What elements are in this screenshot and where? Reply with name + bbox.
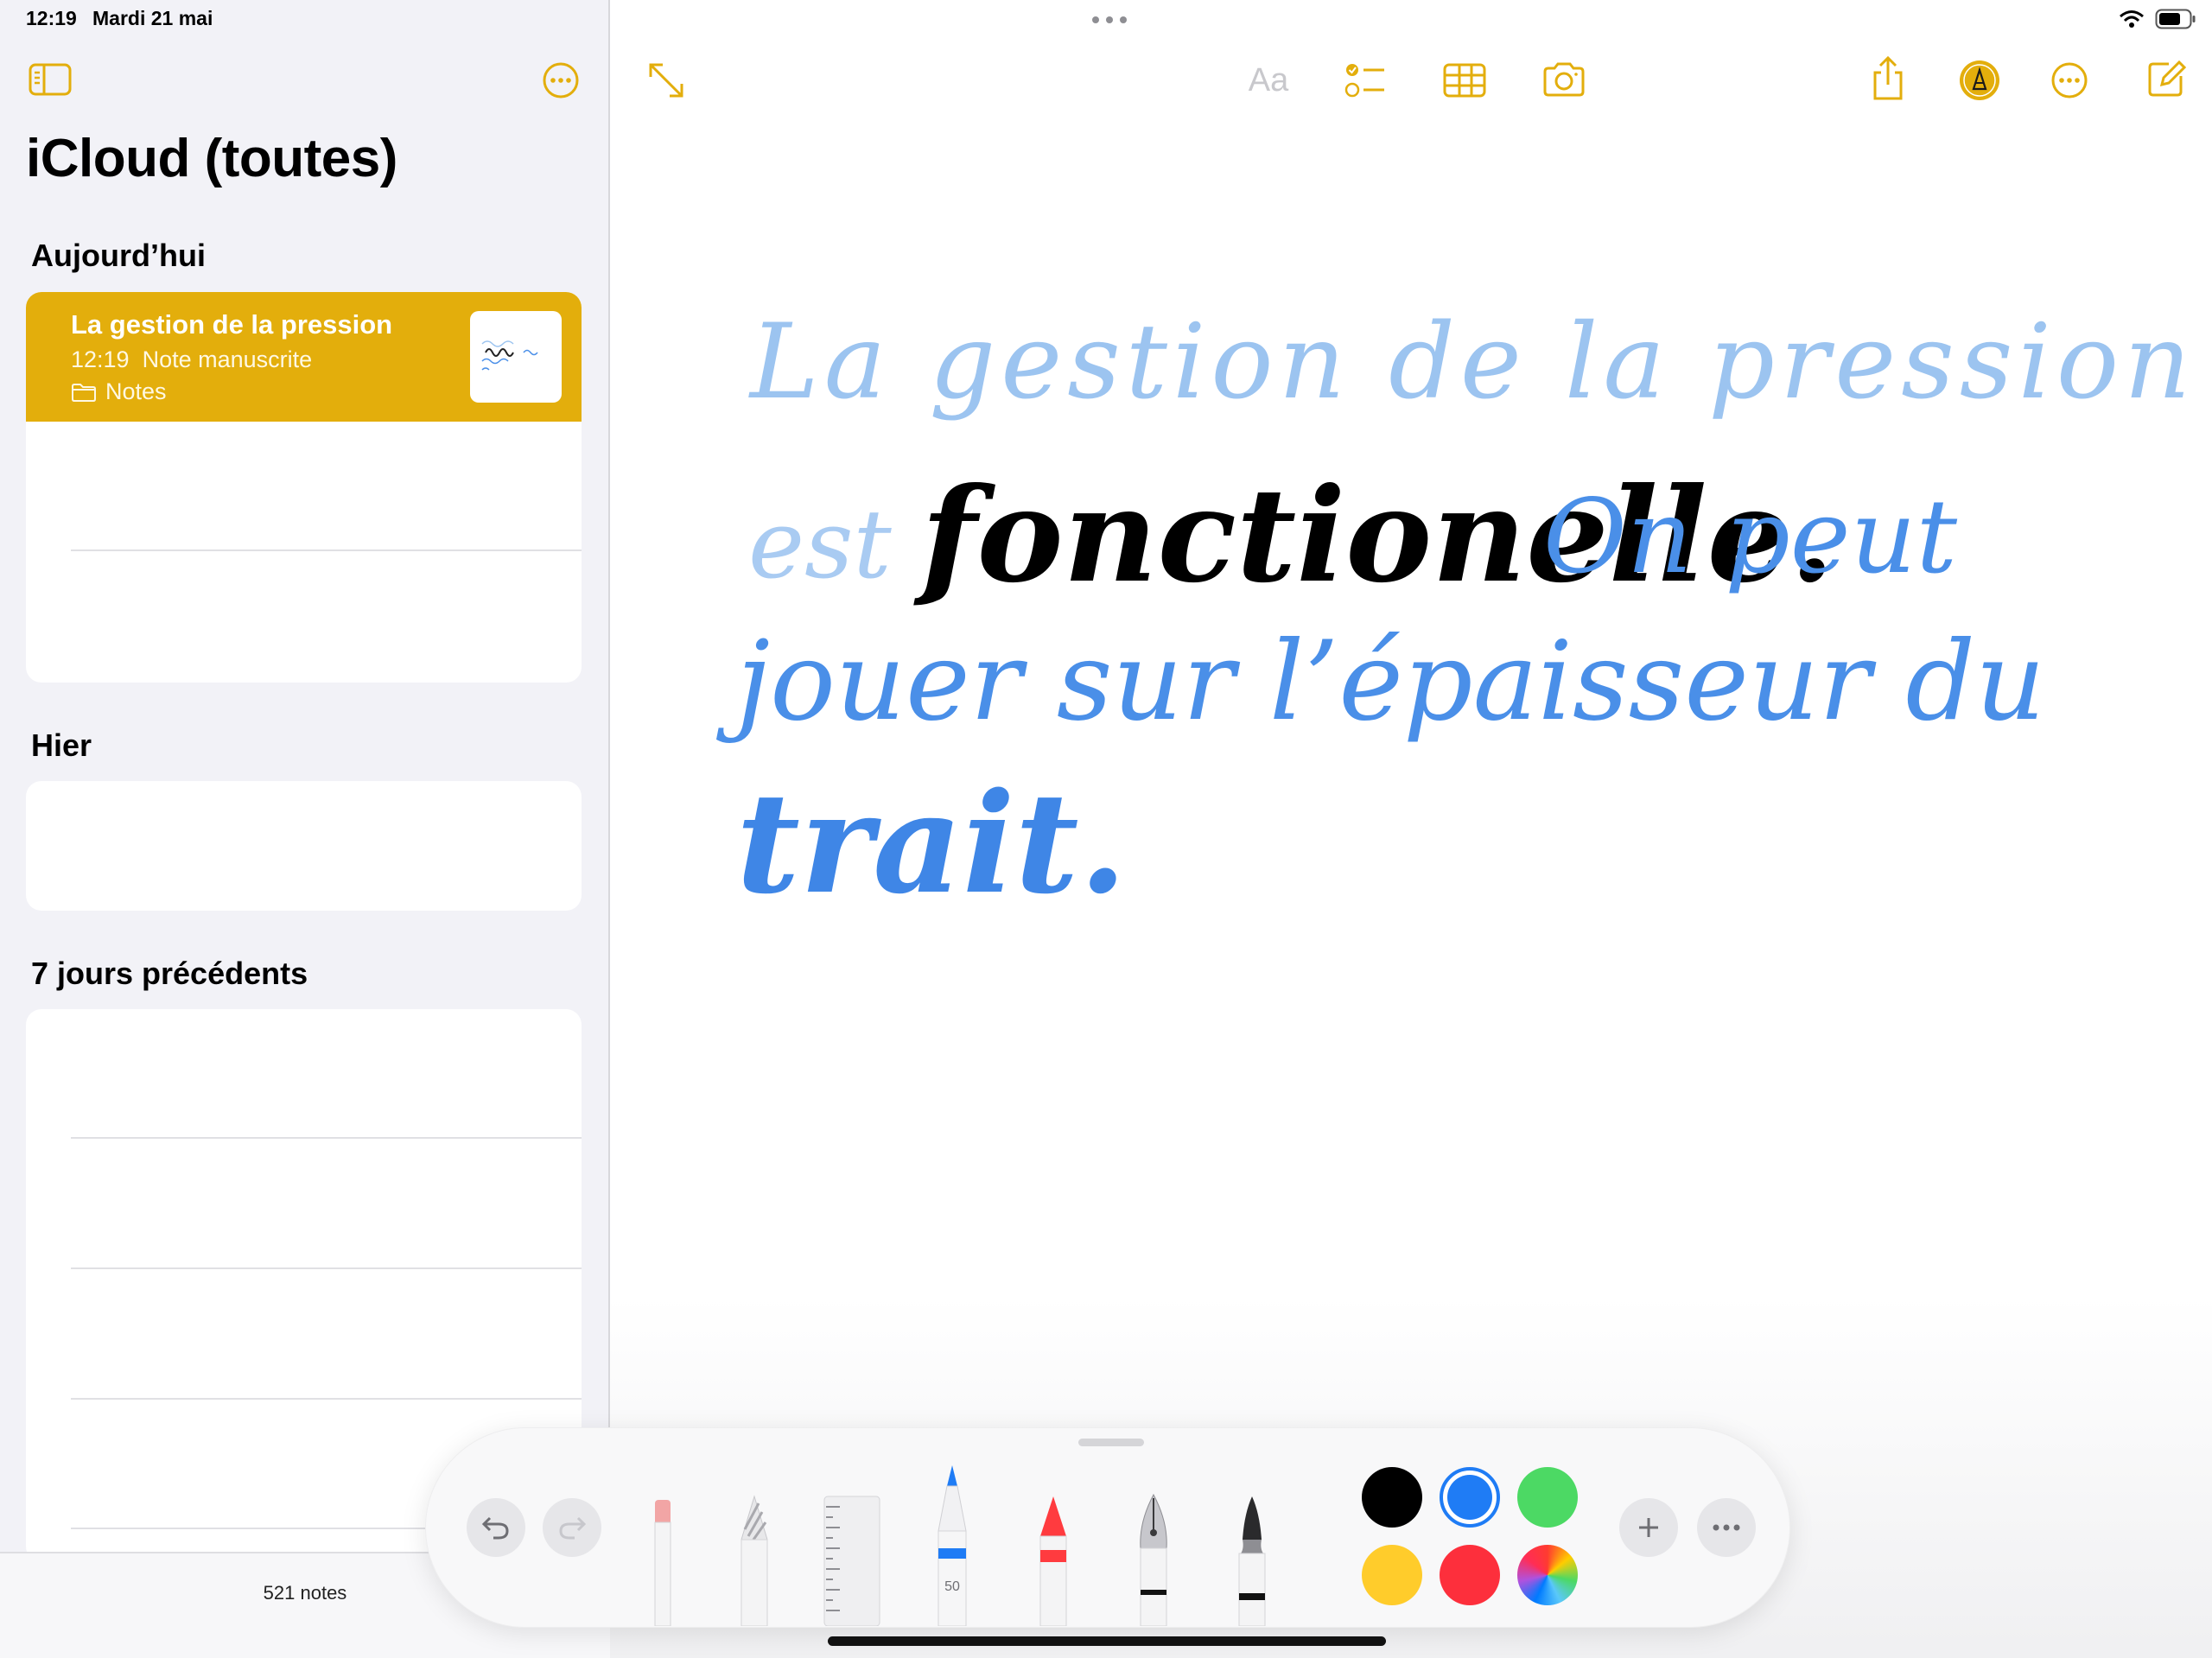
yesterday-notes-card xyxy=(26,781,582,911)
notes-app: 12:19 Mardi 21 mai iCloud (toutes) Aujou… xyxy=(0,0,2212,1658)
note-time: 12:19 xyxy=(71,346,130,372)
sidebar: 12:19 Mardi 21 mai iCloud (toutes) Aujou… xyxy=(0,0,610,1658)
redo-button[interactable] xyxy=(543,1498,601,1557)
separator xyxy=(71,549,582,551)
ruler-tool[interactable] xyxy=(821,1488,883,1626)
note-meta: 12:19 Note manuscrite xyxy=(71,346,312,373)
color-swatch-blue-selected[interactable] xyxy=(1440,1467,1500,1528)
handwriting-canvas[interactable]: La gestion de la pression est fonctionel… xyxy=(610,0,2212,1339)
handwriting-line-3: jouer sur l’épaisseur du xyxy=(715,618,2045,745)
section-header-previous-7-days: 7 jours précédents xyxy=(31,956,308,991)
sidebar-toggle-icon[interactable] xyxy=(26,60,74,98)
note-folder-name: Notes xyxy=(105,378,167,404)
folder-title: iCloud (toutes) xyxy=(26,129,397,188)
handwriting-line-2a: est xyxy=(748,489,893,600)
color-swatch-red[interactable] xyxy=(1440,1545,1500,1605)
folder-icon xyxy=(72,383,96,402)
add-tool-button[interactable] xyxy=(1619,1498,1678,1557)
marker-tool[interactable] xyxy=(1230,1488,1274,1626)
handwriting-line-1: La gestion de la pression xyxy=(748,302,2196,422)
note-item-selected[interactable]: La gestion de la pression 12:19 Note man… xyxy=(26,292,582,422)
palette-grabber[interactable] xyxy=(1078,1439,1144,1446)
today-notes-card: La gestion de la pression 12:19 Note man… xyxy=(26,292,582,683)
handwriting-line-4: trait. xyxy=(736,762,1127,924)
color-swatch-green[interactable] xyxy=(1517,1467,1578,1528)
note-thumbnail xyxy=(470,311,562,403)
home-indicator[interactable] xyxy=(828,1636,1386,1646)
status-time: 12:19 xyxy=(26,7,77,29)
color-swatch-yellow[interactable] xyxy=(1362,1545,1422,1605)
handwriting-line-2c: On peut xyxy=(1543,477,1958,596)
separator xyxy=(71,1267,582,1269)
note-folder: Notes xyxy=(71,378,167,405)
section-header-yesterday: Hier xyxy=(31,727,92,763)
note-title: La gestion de la pression xyxy=(71,309,393,340)
redo-icon xyxy=(559,1516,587,1540)
color-picker-wheel[interactable] xyxy=(1517,1545,1578,1605)
plus-icon xyxy=(1639,1518,1658,1537)
pen-width-label: 50 xyxy=(944,1579,960,1594)
ellipsis-icon xyxy=(1713,1524,1740,1531)
pencil-hatch-tool[interactable] xyxy=(733,1488,776,1626)
eraser-tool[interactable] xyxy=(650,1488,676,1626)
section-header-today: Aujourd’hui xyxy=(31,238,206,273)
status-date: Mardi 21 mai xyxy=(92,7,213,29)
note-subtitle: Note manuscrite xyxy=(142,346,313,372)
pen-tool-selected[interactable] xyxy=(933,1462,971,1626)
fountain-pen-tool[interactable] xyxy=(1132,1488,1175,1626)
crayon-tool[interactable] xyxy=(1032,1488,1075,1626)
separator xyxy=(71,1398,582,1400)
undo-icon xyxy=(481,1516,509,1540)
tool-palette xyxy=(425,1427,1790,1628)
undo-button[interactable] xyxy=(467,1498,525,1557)
color-swatch-black[interactable] xyxy=(1362,1467,1422,1528)
separator xyxy=(71,1137,582,1139)
palette-more-button[interactable] xyxy=(1697,1498,1756,1557)
sidebar-more-icon[interactable] xyxy=(541,60,581,100)
